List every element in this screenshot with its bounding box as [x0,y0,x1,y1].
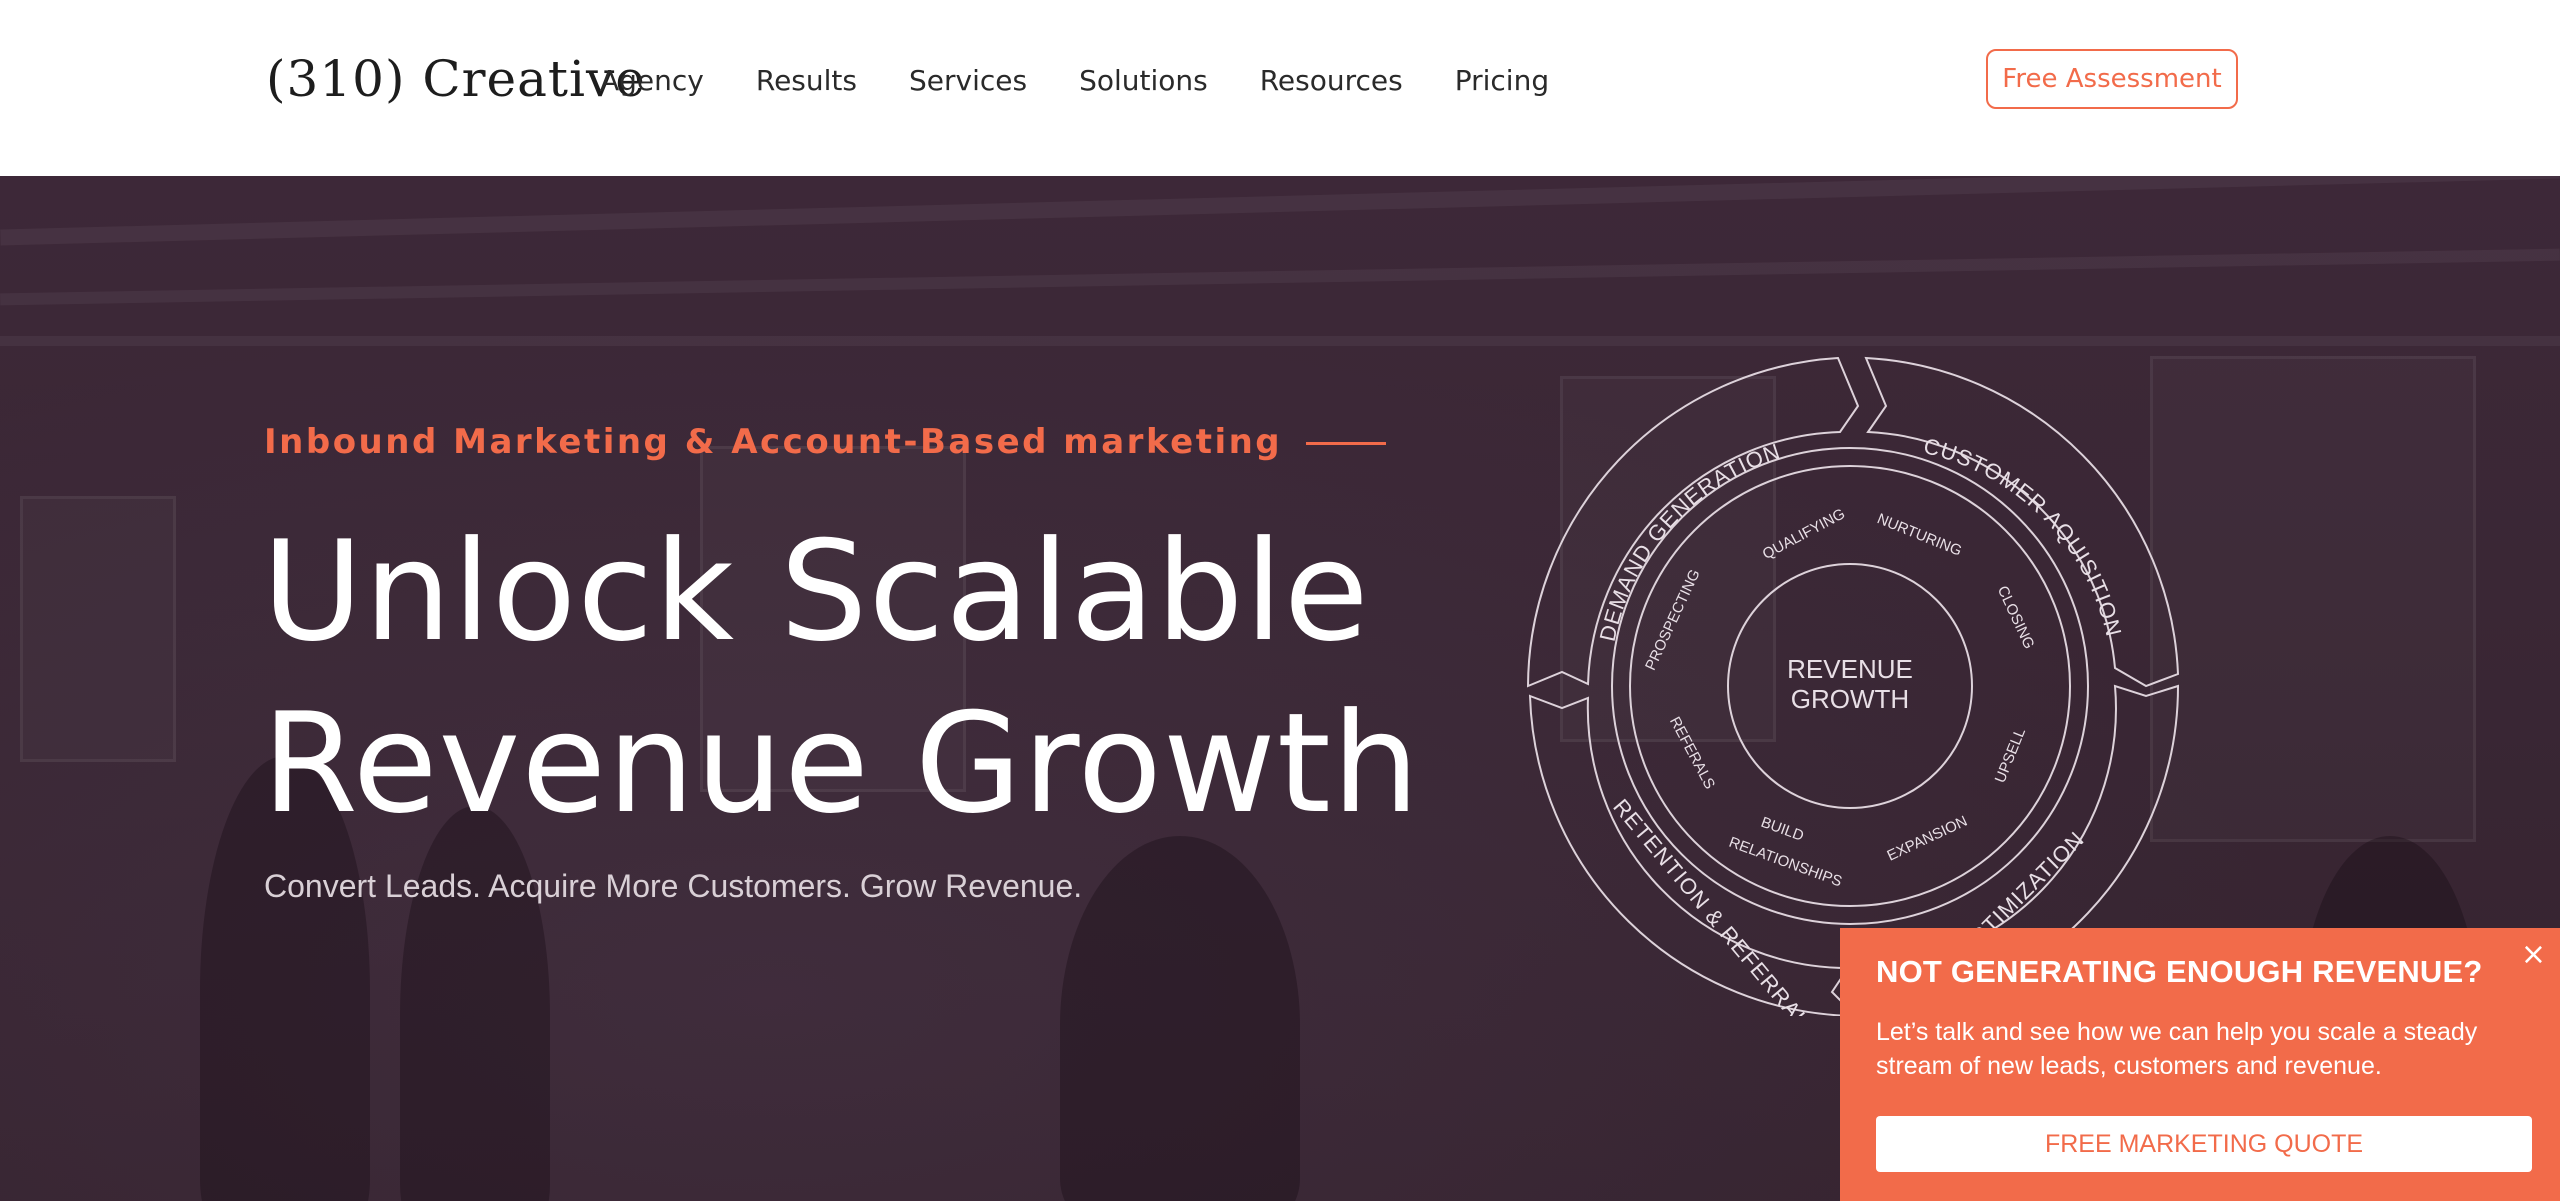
eyebrow-divider [1306,442,1386,445]
headline-line-1: Unlock Scalable [262,511,1370,672]
revenue-popup: × NOT GENERATING ENOUGH REVENUE? Let’s t… [1840,928,2560,1201]
label-demand-generation: DEMAND GENERATION [1595,438,1784,643]
label-closing: CLOSING [1994,583,2038,651]
ceiling-beam [0,248,2560,306]
site-header: (310) Creative Agency Results Services S… [0,0,2560,176]
label-expansion: EXPANSION [1885,813,1971,865]
main-nav: Agency Results Services Solutions Resour… [600,64,1601,97]
revenue-growth-diagram: DEMAND GENERATION CUSTOMER AQUISITION RE… [1526,356,2180,1016]
nav-services[interactable]: Services [909,64,1027,97]
headline-line-2: Revenue Growth [262,683,1421,844]
label-referrals: REFERALS [1666,714,1718,792]
nav-results[interactable]: Results [756,64,857,97]
ceiling-beam [0,176,2560,246]
popup-text: Let’s talk and see how we can help you s… [1876,1018,2478,1080]
free-assessment-button[interactable]: Free Assessment [1986,49,2238,109]
ceiling-beam [0,336,2560,346]
label-nurturing: NURTURING [1875,510,1965,559]
label-qualifying: QUALIFYING [1760,505,1848,563]
label-customer-aquisition: CUSTOMER AQUISITION [1921,433,2126,639]
nav-agency[interactable]: Agency [600,64,704,97]
label-prospecting: PROSPECTING [1642,567,1704,673]
free-marketing-quote-button[interactable]: FREE MARKETING QUOTE [1876,1116,2532,1172]
hero-headline: Unlock Scalable Revenue Growth [262,506,1420,850]
label-upsell: UPSELL [1992,726,2029,786]
nav-pricing[interactable]: Pricing [1455,64,1549,97]
label-build: BUILD [1759,814,1806,845]
background-window [20,496,176,762]
center-label-revenue: REVENUE [1787,654,1913,684]
close-icon[interactable]: × [2521,940,2546,970]
nav-solutions[interactable]: Solutions [1079,64,1208,97]
center-label-growth: GROWTH [1791,684,1909,714]
logo[interactable]: (310) Creative [266,50,646,120]
background-person [1060,836,1300,1201]
label-relationships: RELATIONSHIPS [1727,834,1845,891]
hero-subhead: Convert Leads. Acquire More Customers. G… [264,868,1083,904]
popup-title: NOT GENERATING ENOUGH REVENUE? [1876,954,2483,989]
background-person [400,806,550,1201]
nav-resources[interactable]: Resources [1260,64,1403,97]
hero-eyebrow: Inbound Marketing & Account-Based market… [264,422,1283,462]
